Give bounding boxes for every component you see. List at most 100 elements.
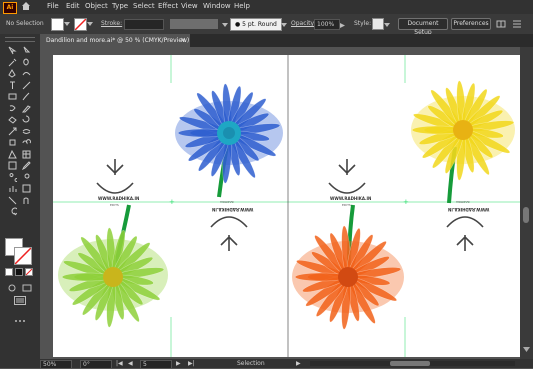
scroll-thumb[interactable] <box>523 207 529 223</box>
rectangle-tool-icon[interactable] <box>8 92 17 101</box>
logo-subtext: EDITS <box>342 203 351 207</box>
logo-text: WWW.RADHIKA.IN <box>448 207 490 212</box>
free-transform-tool-icon[interactable] <box>8 138 17 147</box>
logo-text: WWW.RADHIKA.IN <box>98 196 140 201</box>
eyedropper-tool-icon[interactable] <box>22 161 31 170</box>
blend-tool-icon[interactable] <box>8 172 17 182</box>
prev-artboard-button[interactable]: ◀ <box>128 360 133 367</box>
tools-panel <box>0 34 40 359</box>
chevron-down-icon[interactable] <box>384 22 390 27</box>
logo-text: WWW.RADHIKA.IN <box>212 207 254 212</box>
logo-subtext: RADHIKA <box>456 200 470 204</box>
artboard-tool-icon[interactable] <box>22 184 31 193</box>
radhika-logo-inverted <box>446 216 484 251</box>
document-tab[interactable]: Dandilion and more.ai* @ 50 % (CMYK/Prev… <box>40 34 190 47</box>
document-setup-button[interactable]: Document Setup <box>398 18 448 36</box>
chevron-down-icon[interactable] <box>64 21 70 26</box>
magic-wand-tool-icon[interactable] <box>8 58 17 67</box>
column-graph-tool-icon[interactable] <box>8 184 17 193</box>
menu-bar: Ai File Edit Object Type Select Effect V… <box>0 0 533 14</box>
menu-help[interactable]: Help <box>234 2 250 10</box>
brush-definition[interactable]: ● 5 pt. Round <box>230 18 282 31</box>
selection-tool-icon[interactable] <box>8 46 17 55</box>
stroke-color-swatch[interactable] <box>14 247 32 265</box>
menu-select[interactable]: Select <box>133 2 155 10</box>
rotate-tool-icon[interactable] <box>22 115 31 124</box>
selection-status: No Selection <box>6 20 44 27</box>
slice-tool-icon[interactable] <box>8 196 17 205</box>
pen-tool-icon[interactable] <box>8 69 17 78</box>
menu-view[interactable]: View <box>181 2 198 10</box>
line-tool-icon[interactable] <box>22 81 31 90</box>
preferences-button[interactable]: Preferences <box>451 18 491 30</box>
scroll-thumb[interactable] <box>390 361 430 366</box>
menu-object[interactable]: Object <box>85 2 108 10</box>
eraser-tool-icon[interactable] <box>8 115 17 124</box>
chevron-down-icon[interactable] <box>281 22 287 27</box>
variable-width-profile[interactable] <box>170 19 218 29</box>
arrange-documents-icon[interactable] <box>496 19 506 29</box>
chevron-down-icon[interactable] <box>222 22 228 27</box>
chevron-right-icon[interactable] <box>340 22 346 28</box>
zoom-tool-icon[interactable] <box>8 207 17 216</box>
tab-title: Dandilion and more.ai* @ 50 % (CMYK/Prev… <box>46 37 190 44</box>
status-mode: Selection <box>237 360 265 367</box>
yellow-flower <box>411 80 515 181</box>
menu-effect[interactable]: Effect <box>158 2 178 10</box>
graphic-style-swatch[interactable] <box>372 18 384 30</box>
shaper-tool-icon[interactable] <box>8 104 17 113</box>
opacity-label: Opacity: <box>291 20 316 27</box>
app-logo: Ai <box>3 2 17 14</box>
pencil-tool-icon[interactable] <box>22 104 31 113</box>
chevron-down-icon[interactable] <box>87 21 93 26</box>
none-mode-icon[interactable] <box>25 268 33 276</box>
stroke-swatch[interactable] <box>74 18 87 31</box>
opacity-field[interactable]: 100% <box>314 19 340 30</box>
status-arrow[interactable]: ▶ <box>296 360 301 367</box>
symbol-sprayer-tool-icon[interactable] <box>22 173 31 182</box>
paintbrush-tool-icon[interactable] <box>22 92 31 101</box>
vertical-scrollbar[interactable] <box>520 47 533 359</box>
mesh-tool-icon[interactable] <box>22 150 31 159</box>
gradient-tool-icon[interactable] <box>8 161 17 170</box>
curvature-tool-icon[interactable] <box>22 69 31 78</box>
green-flower <box>58 227 168 328</box>
lasso-tool-icon[interactable] <box>22 58 31 67</box>
type-tool-icon[interactable] <box>8 81 17 90</box>
next-artboard-button[interactable]: ▶ <box>176 360 181 367</box>
logo-subtext: RADHIKA <box>220 200 234 204</box>
scale-tool-icon[interactable] <box>8 127 17 136</box>
more-tools-icon[interactable] <box>14 317 26 322</box>
home-icon[interactable] <box>21 1 31 11</box>
shape-builder-tool-icon[interactable] <box>22 138 31 147</box>
fill-swatch[interactable] <box>51 18 64 31</box>
panel-grip[interactable] <box>5 37 35 42</box>
panel-menu-icon[interactable] <box>512 19 522 29</box>
menu-file[interactable]: File <box>47 2 59 10</box>
horizontal-scrollbar[interactable] <box>310 361 515 366</box>
perspective-grid-tool-icon[interactable] <box>8 149 17 159</box>
stroke-label: Stroke: <box>101 20 123 27</box>
draw-mode-icon[interactable] <box>7 284 17 292</box>
status-bar: 50% 0° |◀ ◀ 5 ▶ ▶| Selection ▶ <box>0 359 533 369</box>
brush-label: 5 pt. Round <box>242 21 277 28</box>
color-mode-icon[interactable] <box>5 268 13 276</box>
stroke-weight-field[interactable] <box>124 19 164 30</box>
screen-mode-icon[interactable] <box>22 284 32 292</box>
artboard[interactable]: + + WWW.RADHIKA.IN EDITS WWW.RADHIKA.IN … <box>53 55 520 357</box>
hand-tool-icon[interactable] <box>22 196 31 205</box>
menu-type[interactable]: Type <box>112 2 128 10</box>
close-icon[interactable]: × <box>180 36 186 44</box>
menu-edit[interactable]: Edit <box>66 2 80 10</box>
direct-selection-tool-icon[interactable] <box>22 46 31 55</box>
center-mark: + <box>403 198 409 206</box>
canvas-area[interactable]: + + WWW.RADHIKA.IN EDITS WWW.RADHIKA.IN … <box>40 47 520 359</box>
change-screen-mode-icon[interactable] <box>14 296 26 305</box>
menu-window[interactable]: Window <box>203 2 231 10</box>
last-artboard-button[interactable]: ▶| <box>188 360 195 367</box>
width-tool-icon[interactable] <box>22 127 31 136</box>
radhika-logo <box>328 159 366 194</box>
chevron-down-icon[interactable] <box>523 347 530 353</box>
first-artboard-button[interactable]: |◀ <box>116 360 123 367</box>
gradient-mode-icon[interactable] <box>15 268 23 276</box>
